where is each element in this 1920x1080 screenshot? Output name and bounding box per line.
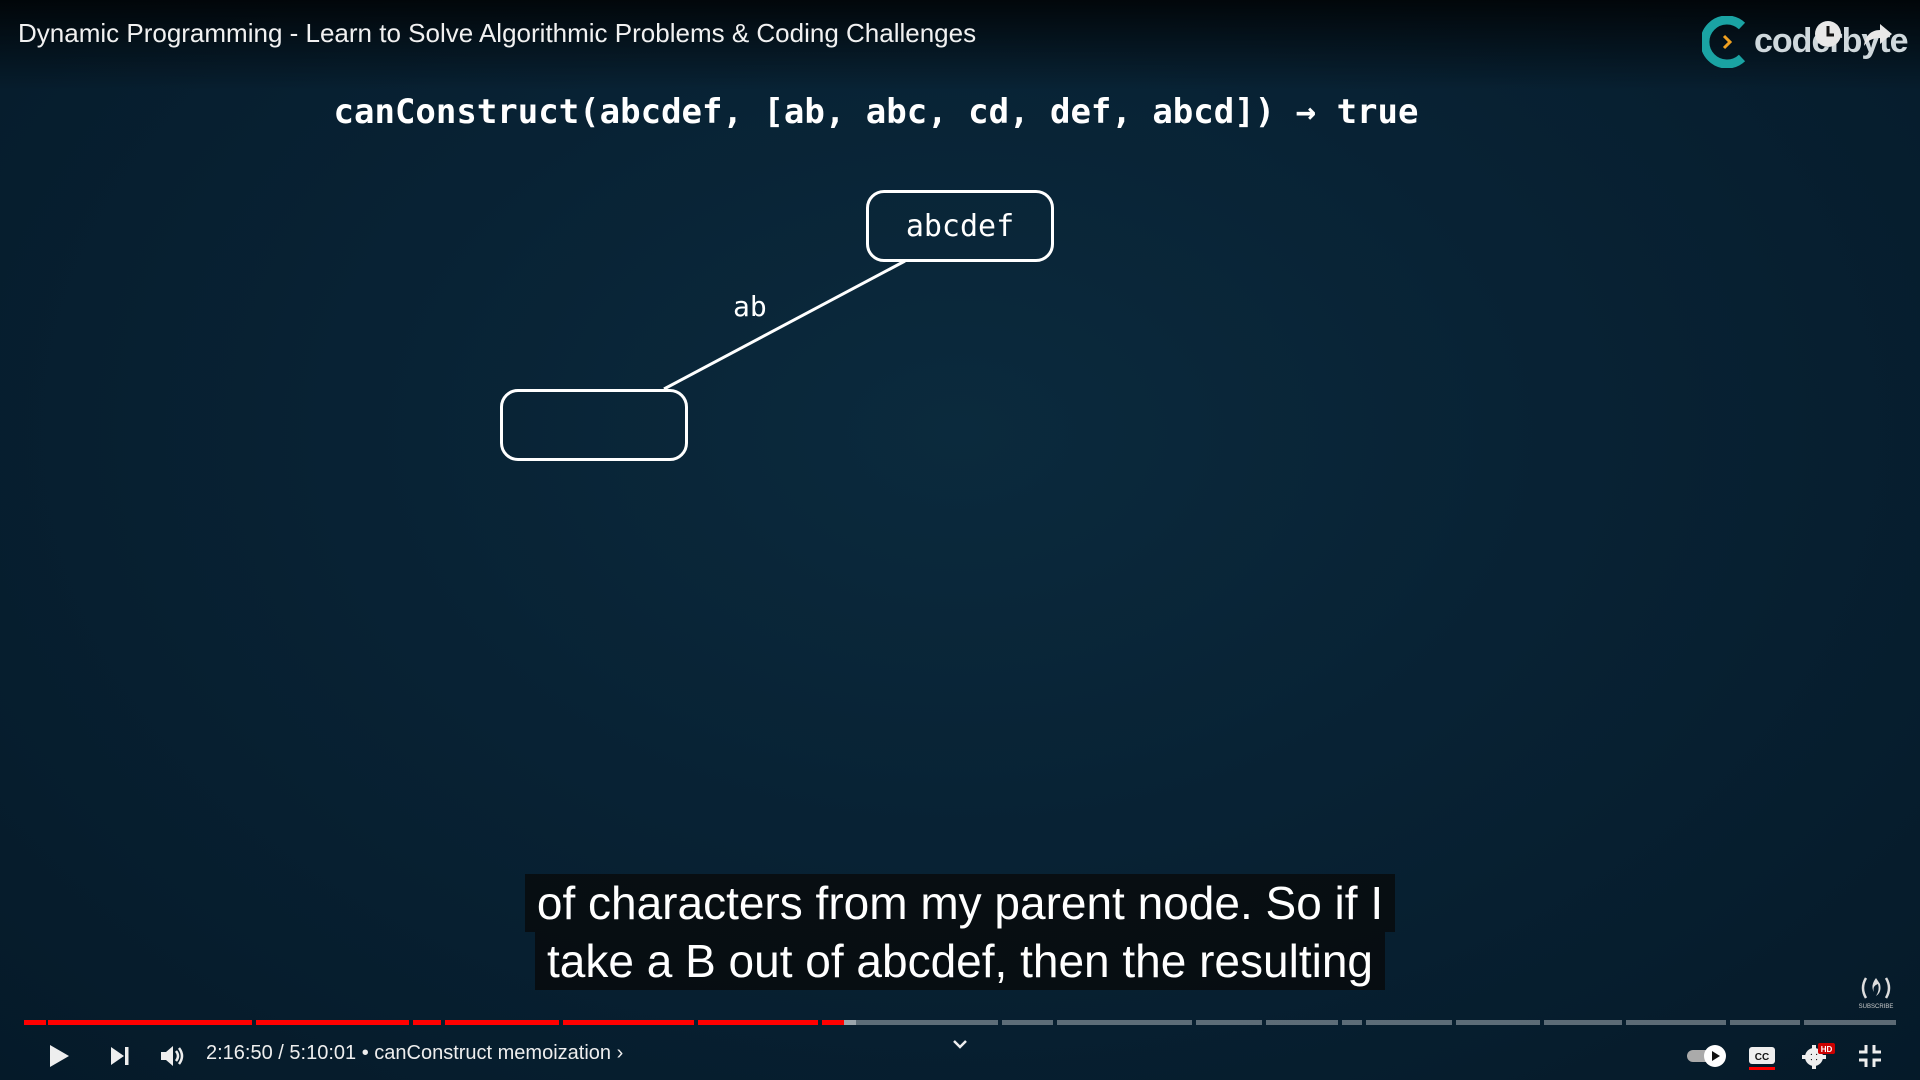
caption-line-1: of characters from my parent node. So if…: [524, 874, 1396, 932]
svg-text:CC: CC: [1755, 1052, 1769, 1063]
share-icon[interactable]: [1862, 18, 1894, 50]
captions-button[interactable]: CC: [1744, 1038, 1780, 1074]
volume-icon: [161, 1046, 184, 1066]
subscribe-label: SUBSCRIBE: [1859, 1004, 1894, 1010]
next-icon: [111, 1047, 129, 1065]
subscribe-watermark-icon[interactable]: SUBSCRIBE: [1856, 970, 1896, 1010]
cc-icon: CC: [1749, 1047, 1775, 1070]
next-button[interactable]: [102, 1038, 138, 1074]
coderbyte-logo-icon: [1702, 16, 1746, 68]
play-icon: [50, 1045, 69, 1067]
video-title[interactable]: Dynamic Programming - Learn to Solve Alg…: [18, 18, 976, 49]
play-button[interactable]: [40, 1038, 76, 1074]
autoplay-toggle-icon: [1687, 1045, 1726, 1067]
time-display: 2:16:50 / 5:10:01 • canConstruct memoiza…: [206, 1042, 623, 1065]
volume-button[interactable]: [154, 1038, 190, 1074]
caption-box: of characters from my parent node. So if…: [0, 874, 1920, 990]
exit-fullscreen-icon: [1859, 1045, 1881, 1067]
hd-badge: HD: [1821, 1045, 1833, 1054]
tree-node-root: abcdef: [866, 190, 1054, 262]
clock-icon[interactable]: [1812, 18, 1844, 50]
slide-headline: canConstruct(abcdef, [ab, abc, cd, def, …: [333, 92, 1419, 132]
edge-label: ab: [733, 290, 767, 323]
chevron-down-icon[interactable]: [950, 1034, 970, 1054]
settings-button[interactable]: HD: [1800, 1038, 1836, 1074]
gear-icon: HD: [1802, 1043, 1835, 1069]
caption-line-2: take a B out of abcdef, then the resulti…: [534, 932, 1385, 990]
exit-fullscreen-button[interactable]: [1852, 1038, 1888, 1074]
time-current-total: 2:16:50 / 5:10:01: [206, 1042, 357, 1064]
tree-node-child: [500, 389, 688, 461]
autoplay-toggle[interactable]: [1684, 1038, 1730, 1074]
player-controls: 2:16:50 / 5:10:01 • canConstruct memoiza…: [0, 1030, 1920, 1080]
progress-bar[interactable]: [24, 1020, 1896, 1025]
chapter-title[interactable]: • canConstruct memoization ›: [362, 1042, 624, 1064]
